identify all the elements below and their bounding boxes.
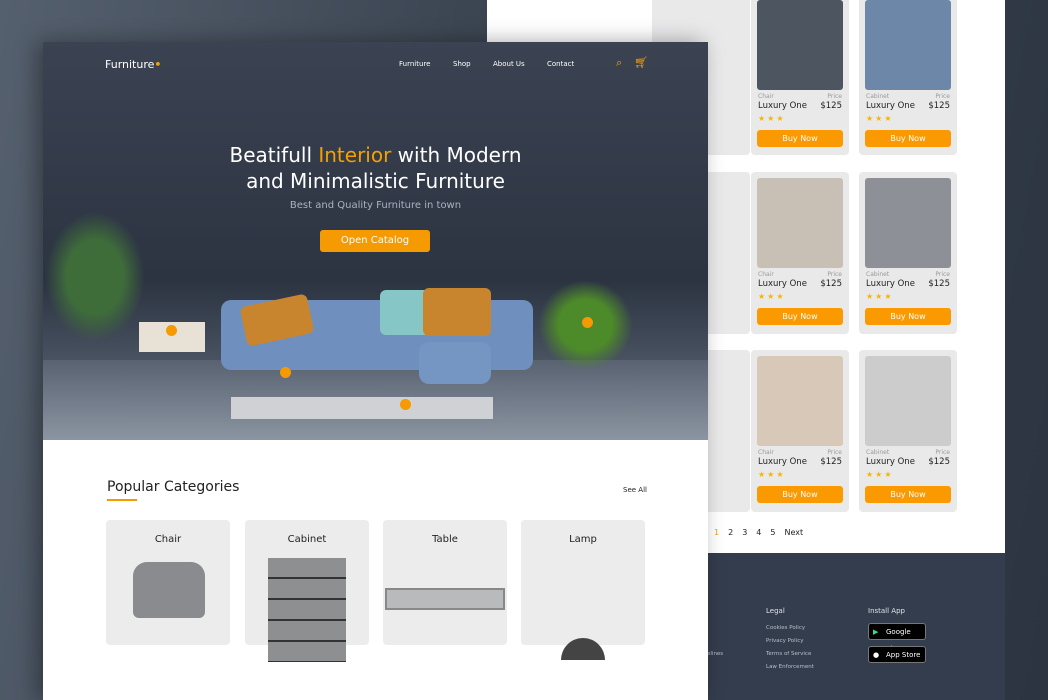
category-table[interactable]: Table <box>383 520 507 645</box>
hero: Furniture• Furniture Shop About Us Conta… <box>43 42 708 440</box>
product-name[interactable]: Luxury One <box>758 101 807 111</box>
rating-stars: ★★★ <box>758 114 786 123</box>
price-label: Price <box>935 271 950 278</box>
product-price: $125 <box>928 457 950 467</box>
product-price: $125 <box>928 101 950 111</box>
product-category: Cabinet <box>866 449 890 456</box>
price-label: Price <box>935 449 950 456</box>
product-name[interactable]: Luxury One <box>866 457 915 467</box>
category-cabinet[interactable]: Cabinet <box>245 520 369 662</box>
chair-image <box>133 562 205 618</box>
product-price: $125 <box>928 279 950 289</box>
buy-now-button[interactable]: Buy Now <box>865 308 951 325</box>
product-image <box>757 356 843 446</box>
hotspot-marker[interactable] <box>400 399 411 410</box>
cushion <box>423 288 491 336</box>
next-page[interactable]: Next <box>784 528 803 537</box>
product-image <box>757 0 843 90</box>
title-underline <box>107 499 137 501</box>
ottoman <box>419 342 491 384</box>
cookies-link[interactable]: Cookies Policy <box>766 625 805 631</box>
product-price: $125 <box>820 101 842 111</box>
rating-stars: ★★★ <box>758 470 786 479</box>
product-card: Cabinet Price Luxury One $125 ★★★ Buy No… <box>859 350 957 512</box>
price-label: Price <box>827 93 842 100</box>
product-category: Chair <box>758 449 774 456</box>
open-catalog-button[interactable]: Open Catalog <box>320 230 430 252</box>
see-all-link[interactable]: See All <box>623 486 647 494</box>
terms-link[interactable]: Terms of Service <box>766 651 811 657</box>
product-image <box>865 356 951 446</box>
product-name[interactable]: Luxury One <box>866 101 915 111</box>
product-price: $125 <box>820 457 842 467</box>
product-name[interactable]: Luxury One <box>758 279 807 289</box>
page-1[interactable]: 1 <box>714 528 719 537</box>
nav-contact[interactable]: Contact <box>547 60 574 68</box>
lamp-image <box>561 638 605 660</box>
hotspot-marker[interactable] <box>582 317 593 328</box>
hotspot-marker[interactable] <box>166 325 177 336</box>
table-image <box>385 588 505 610</box>
app-store-label: App Store <box>886 651 921 659</box>
product-category: Cabinet <box>866 271 890 278</box>
product-name[interactable]: Luxury One <box>758 457 807 467</box>
product-card: Chair Price Luxury One $125 ★★★ Buy Now <box>751 0 849 155</box>
buy-now-button[interactable]: Buy Now <box>757 130 843 147</box>
play-icon: ▶ <box>873 628 879 636</box>
product-category: Cabinet <box>866 93 890 100</box>
nav-furniture[interactable]: Furniture <box>399 60 430 68</box>
rating-stars: ★★★ <box>866 292 894 301</box>
search-icon[interactable]: ⌕ <box>616 56 622 70</box>
page-4[interactable]: 4 <box>756 528 761 537</box>
product-image <box>865 178 951 268</box>
product-image <box>757 178 843 268</box>
hero-subtitle: Best and Quality Furniture in town <box>289 200 462 211</box>
logo[interactable]: Furniture• <box>105 58 161 71</box>
hotspot-marker[interactable] <box>280 367 291 378</box>
product-category: Chair <box>758 93 774 100</box>
cabinet-image <box>268 558 346 662</box>
category-chair[interactable]: Chair <box>106 520 230 645</box>
logo-text: Furniture <box>105 58 155 71</box>
apple-icon: ● <box>873 651 880 659</box>
cart-icon[interactable]: 🛒︎ <box>634 56 648 69</box>
product-card: Chair Price Luxury One $125 ★★★ Buy Now <box>751 350 849 512</box>
price-label: Price <box>827 271 842 278</box>
law-link[interactable]: Law Enforcement <box>766 664 814 670</box>
product-card: Cabinet Price Luxury One $125 ★★★ Buy No… <box>859 0 957 155</box>
category-lamp[interactable]: Lamp <box>521 520 645 660</box>
rating-stars: ★★★ <box>866 470 894 479</box>
rating-stars: ★★★ <box>758 292 786 301</box>
google-play-badge[interactable]: ▶Google Play <box>868 623 926 653</box>
product-image <box>865 0 951 90</box>
landing-page: Furniture• Furniture Shop About Us Conta… <box>43 42 708 700</box>
app-store-badge[interactable]: ● App Store <box>868 646 926 663</box>
hero-title: Beatifull Interior with Modern and Minima… <box>229 143 522 193</box>
price-label: Price <box>935 93 950 100</box>
footer-link-partial[interactable]: elines <box>707 651 723 657</box>
product-card: Chair Price Luxury One $125 ★★★ Buy Now <box>751 172 849 334</box>
privacy-link[interactable]: Privacy Policy <box>766 638 803 644</box>
page-2[interactable]: 2 <box>728 528 733 537</box>
pagination: 1 2 3 4 5 Next <box>714 528 803 537</box>
buy-now-button[interactable]: Buy Now <box>865 130 951 147</box>
buy-now-button[interactable]: Buy Now <box>757 308 843 325</box>
product-card: Cabinet Price Luxury One $125 ★★★ Buy No… <box>859 172 957 334</box>
rating-stars: ★★★ <box>866 114 894 123</box>
product-category: Chair <box>758 271 774 278</box>
rug <box>231 397 493 419</box>
page-5[interactable]: 5 <box>770 528 775 537</box>
nav-shop[interactable]: Shop <box>453 60 471 68</box>
install-app-heading: Install App <box>868 607 905 615</box>
legal-heading: Legal <box>766 607 785 615</box>
plant-left <box>45 212 145 342</box>
buy-now-button[interactable]: Buy Now <box>757 486 843 503</box>
nav-about[interactable]: About Us <box>493 60 525 68</box>
price-label: Price <box>827 449 842 456</box>
page-3[interactable]: 3 <box>742 528 747 537</box>
buy-now-button[interactable]: Buy Now <box>865 486 951 503</box>
product-price: $125 <box>820 279 842 289</box>
section-title: Popular Categories <box>107 479 240 495</box>
product-name[interactable]: Luxury One <box>866 279 915 289</box>
